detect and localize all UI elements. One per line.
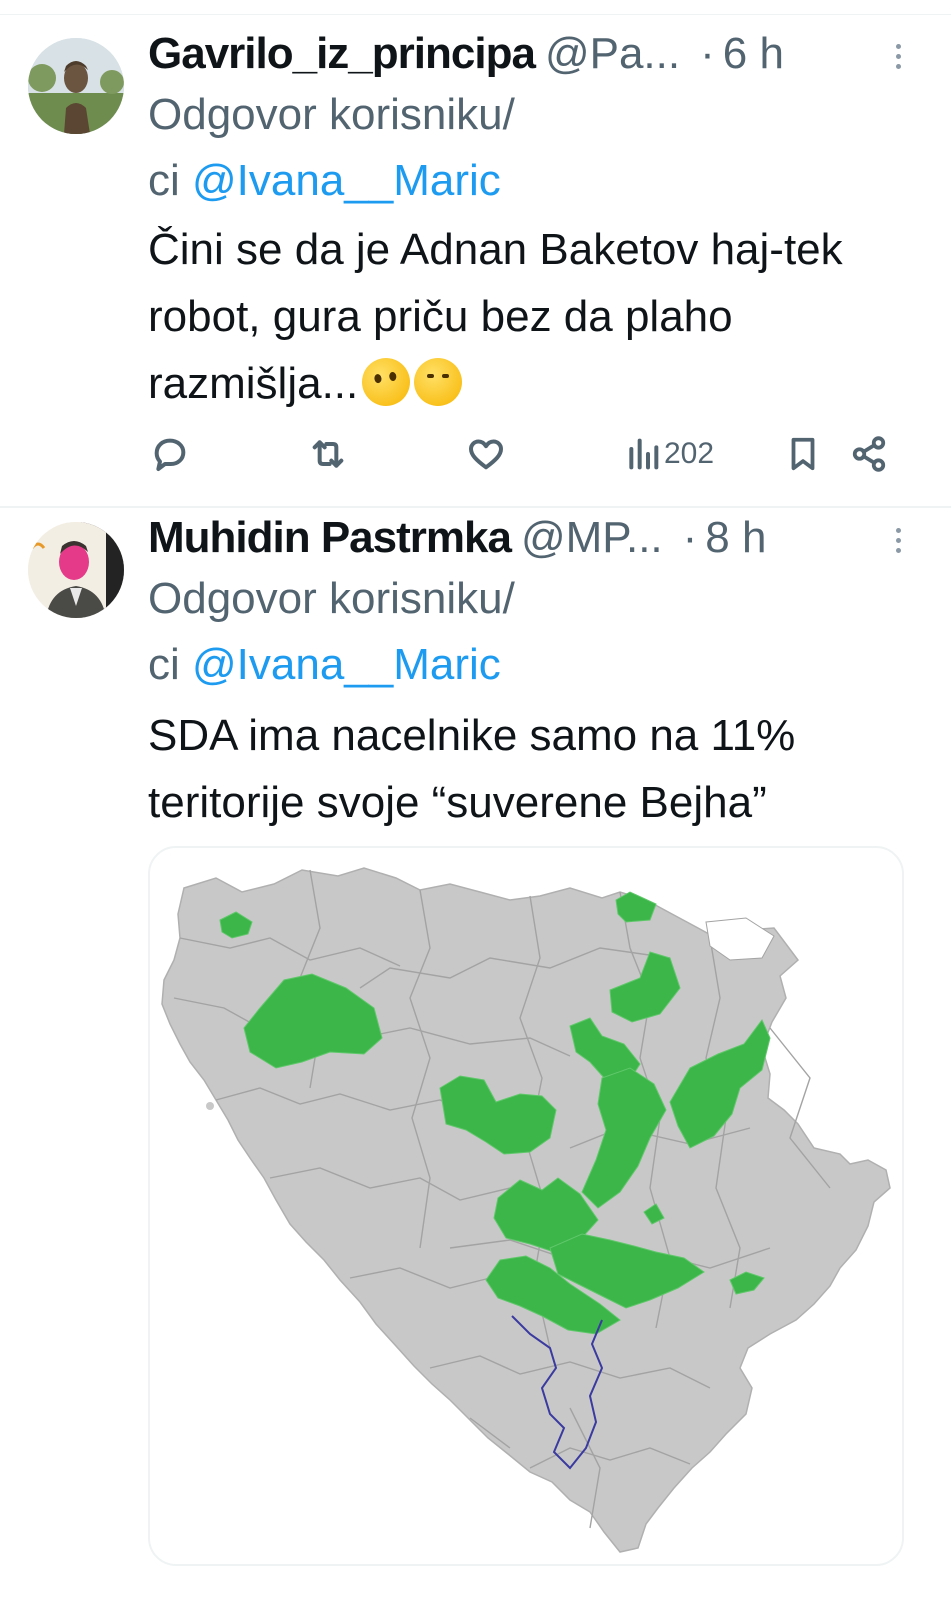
- reply-prefix: Odgovor korisniku/: [148, 574, 515, 623]
- reply-button[interactable]: [150, 432, 190, 476]
- tweet-header: Gavrilo_iz_principa @Pa... · 6 h: [148, 26, 908, 82]
- display-name[interactable]: Gavrilo_iz_principa: [148, 26, 536, 82]
- timestamp[interactable]: 8 h: [705, 510, 766, 566]
- user-handle[interactable]: @MP...: [521, 510, 663, 566]
- reply-context: Odgovor korisniku/ ci @Ivana__Maric: [148, 82, 908, 214]
- views-button[interactable]: 202: [626, 432, 714, 476]
- tweet-muhidin[interactable]: Muhidin Pastrmka @MP... · 8 h Odgovor ko…: [0, 508, 951, 1600]
- tweet-header: Muhidin Pastrmka @MP... · 8 h: [148, 510, 908, 566]
- retweet-icon: [312, 440, 344, 468]
- avatar[interactable]: [28, 522, 124, 618]
- tears-of-joy-icon: [414, 358, 463, 406]
- display-name[interactable]: Muhidin Pastrmka: [148, 510, 512, 566]
- timestamp[interactable]: 6 h: [723, 26, 784, 82]
- separator: ·: [682, 513, 698, 562]
- reply-icon: [154, 438, 186, 471]
- like-icon: [469, 439, 503, 470]
- bookmark-icon: [791, 437, 815, 471]
- tweet-text-body: Čini se da je Adnan Baketov haj-tek robo…: [148, 225, 843, 408]
- tweet-text-body: SDA ima nacelnike samo na 11% teritorije…: [148, 711, 796, 827]
- share-button[interactable]: [850, 432, 888, 476]
- thinking-face-icon: [359, 354, 414, 410]
- separator: ·: [700, 29, 715, 78]
- bookmark-button[interactable]: [784, 432, 822, 476]
- reply-prefix-2: ci: [148, 640, 192, 689]
- region-north: [615, 891, 657, 923]
- top-divider: [0, 14, 951, 15]
- reply-context: Odgovor korisniku/ ci @Ivana__Maric: [148, 566, 908, 698]
- reply-prefix: Odgovor korisniku/: [148, 90, 515, 139]
- like-button[interactable]: [466, 432, 506, 476]
- statue-avatar-image: [28, 38, 124, 134]
- tweet-text: Čini se da je Adnan Baketov haj-tek robo…: [148, 216, 908, 417]
- action-bar: 202: [148, 432, 908, 476]
- reply-prefix-2: ci: [148, 156, 192, 205]
- share-icon: [852, 436, 886, 472]
- person-avatar-image: [28, 522, 124, 618]
- tweet-text: SDA ima nacelnike samo na 11% teritorije…: [148, 702, 908, 836]
- more-icon[interactable]: [883, 36, 913, 76]
- tweet-gavrilo[interactable]: Gavrilo_iz_principa @Pa... · 6 h Odgovor…: [0, 20, 951, 508]
- reply-mention-link[interactable]: @Ivana__Maric: [192, 156, 501, 205]
- views-icon: [629, 438, 659, 470]
- views-count: 202: [664, 437, 715, 470]
- reply-mention-link[interactable]: @Ivana__Maric: [192, 640, 501, 689]
- more-icon[interactable]: [883, 520, 913, 560]
- user-handle[interactable]: @Pa...: [545, 26, 680, 82]
- municipality-map: [161, 867, 891, 1553]
- island-dot: [206, 1102, 214, 1110]
- map-image[interactable]: [148, 846, 904, 1566]
- avatar[interactable]: [28, 38, 124, 134]
- retweet-button[interactable]: [308, 432, 348, 476]
